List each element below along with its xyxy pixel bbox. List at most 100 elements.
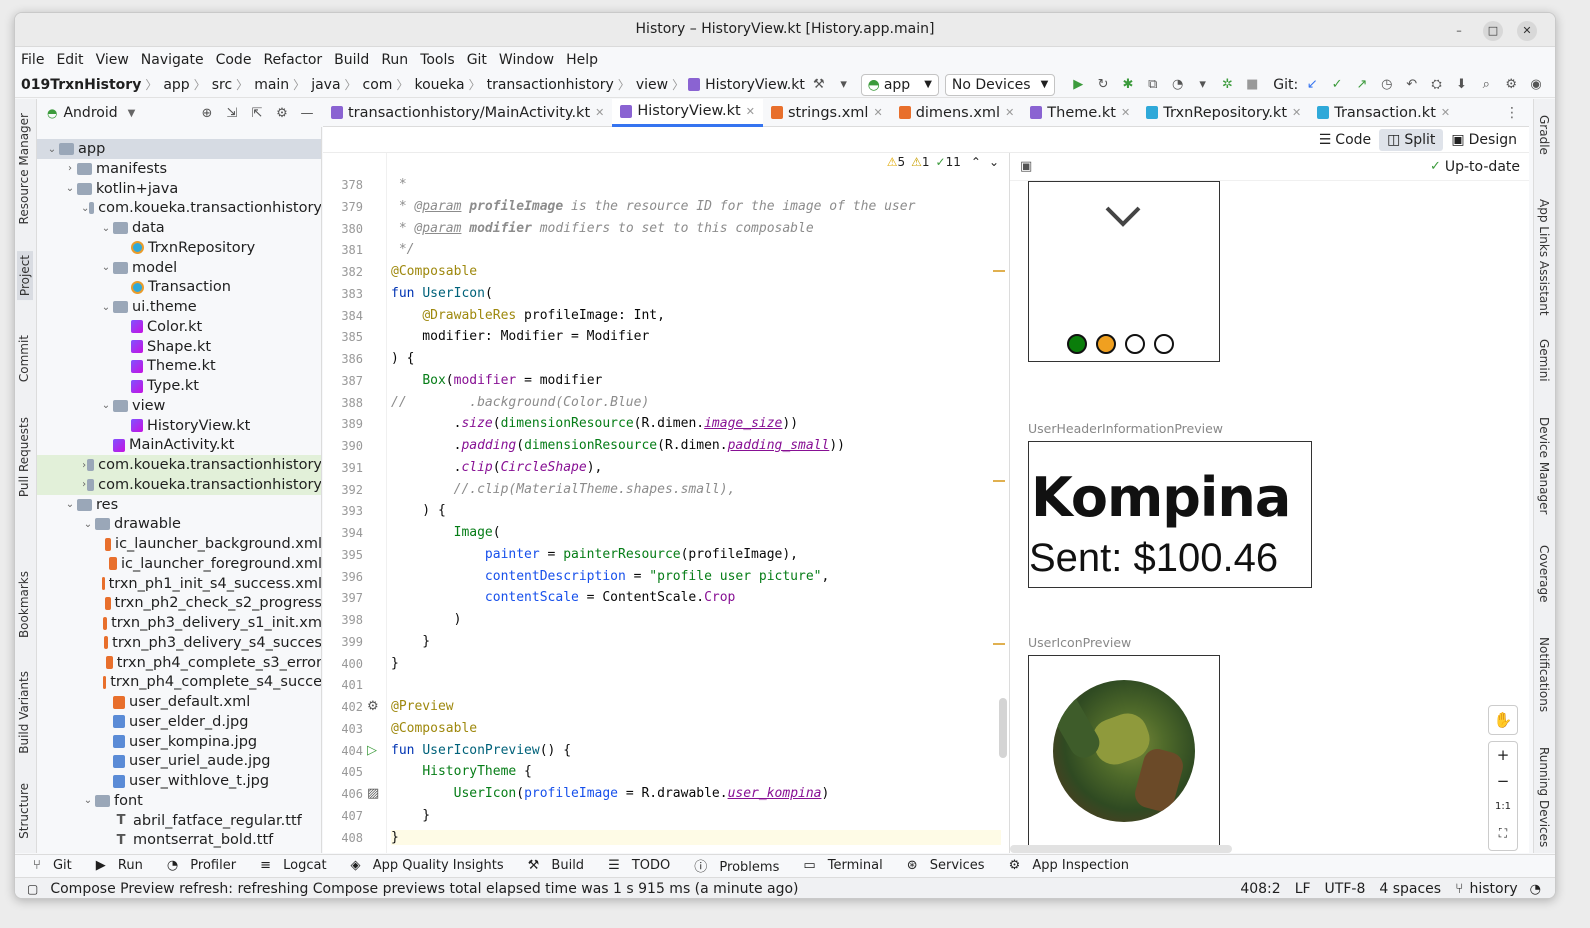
close-tab-icon[interactable]: ✕ bbox=[1292, 106, 1301, 119]
tree-node[interactable]: Tmontserrat_bold.ttf bbox=[37, 830, 321, 850]
git-update-icon[interactable]: ↙ bbox=[1301, 74, 1323, 96]
code-line[interactable]: HistoryTheme { bbox=[391, 764, 532, 779]
code-line[interactable]: .clip(CircleShape), bbox=[391, 460, 603, 475]
caret-position[interactable]: 408:2 bbox=[1240, 881, 1280, 897]
tree-node[interactable]: trxn_ph3_delivery_s1_init.xm bbox=[37, 613, 321, 633]
tree-node[interactable]: › manifests bbox=[37, 159, 321, 179]
menu-window[interactable]: Window bbox=[499, 52, 554, 68]
menu-code[interactable]: Code bbox=[216, 52, 252, 68]
preview-hscrollbar[interactable] bbox=[1010, 845, 1232, 853]
code-line[interactable]: painter = painterResource(profileImage), bbox=[391, 547, 798, 562]
editor-tab[interactable]: strings.xml ✕ bbox=[763, 99, 891, 127]
run-preview-icon[interactable]: ▷ bbox=[367, 743, 377, 758]
code-line[interactable]: .padding(dimensionResource(R.dimen.paddi… bbox=[391, 438, 845, 453]
line-number[interactable]: 409 bbox=[323, 852, 363, 853]
tree-node[interactable]: ⌄ com.koueka.transactionhistory bbox=[37, 198, 321, 218]
menu-view[interactable]: View bbox=[96, 52, 129, 68]
code-line[interactable]: @DrawableRes profileImage: Int, bbox=[391, 308, 665, 323]
line-number[interactable]: 393 bbox=[323, 504, 363, 518]
tool-app-inspection[interactable]: ⚙ App Inspection bbox=[1009, 858, 1137, 873]
assistant-icon[interactable]: ◉ bbox=[1525, 74, 1547, 96]
split-mode-button[interactable]: ◫ Split bbox=[1379, 128, 1444, 151]
code-line[interactable]: ) bbox=[391, 612, 462, 627]
tree-node[interactable]: Tabril_fatface_regular.ttf bbox=[37, 811, 321, 831]
line-number[interactable]: 379 bbox=[323, 200, 363, 214]
code-editor[interactable]: 378 379 380 381 382 383 384 385 386 387 388 389 390 3… bbox=[323, 153, 1009, 853]
line-number[interactable]: 390 bbox=[323, 439, 363, 453]
attach-debugger-icon[interactable]: ✲ bbox=[1217, 74, 1239, 96]
chevron-down-icon[interactable]: ⌄ bbox=[63, 183, 77, 194]
indent-setting[interactable]: 4 spaces bbox=[1379, 881, 1441, 897]
run-icon[interactable]: ▶ bbox=[1067, 74, 1089, 96]
line-number[interactable]: 384 bbox=[323, 309, 363, 323]
line-number[interactable]: 389 bbox=[323, 417, 363, 431]
editor-tab[interactable]: transactionhistory/MainActivity.kt ✕ bbox=[323, 99, 612, 127]
menu-build[interactable]: Build bbox=[334, 52, 369, 68]
breadcrumb-project[interactable]: 019TrxnHistory bbox=[21, 77, 141, 93]
tree-node[interactable]: ⌄ drawable bbox=[37, 514, 321, 534]
expand-all-icon[interactable]: ⇲ bbox=[221, 102, 243, 124]
editor-tab[interactable]: Theme.kt ✕ bbox=[1022, 99, 1138, 127]
chevron-down-icon[interactable]: ⌄ bbox=[99, 223, 113, 234]
line-number[interactable]: 378 bbox=[323, 178, 363, 192]
line-number[interactable]: 394 bbox=[323, 526, 363, 540]
close-tab-icon[interactable]: ✕ bbox=[1441, 106, 1450, 119]
stripe-pull-requests[interactable]: Pull Requests bbox=[17, 417, 31, 497]
line-number[interactable]: 388 bbox=[323, 396, 363, 410]
code-line[interactable]: // .background(Color.Blue) bbox=[391, 395, 649, 410]
tool-logcat[interactable]: ≡ Logcat bbox=[260, 858, 334, 873]
close-tab-icon[interactable]: ✕ bbox=[1005, 106, 1014, 119]
next-highlight-icon[interactable]: ⌄ bbox=[989, 155, 999, 169]
rerun-icon[interactable]: ↻ bbox=[1092, 74, 1114, 96]
menu-navigate[interactable]: Navigate bbox=[141, 52, 204, 68]
tree-node[interactable]: ⌄ model bbox=[37, 258, 321, 278]
dropdown-arrow-icon[interactable]: ▾ bbox=[833, 74, 855, 96]
code-line[interactable]: @Composable bbox=[391, 264, 477, 279]
more-tabs-icon[interactable]: ⋮ bbox=[1505, 105, 1519, 121]
line-number[interactable]: 400 bbox=[323, 657, 363, 671]
editor-scrollbar[interactable] bbox=[999, 698, 1007, 758]
code-line[interactable]: Box(modifier = modifier bbox=[391, 373, 602, 388]
hammer-icon[interactable]: ⚒ bbox=[808, 74, 830, 96]
tree-node[interactable]: HistoryView.kt bbox=[37, 416, 321, 436]
design-mode-button[interactable]: ▣ Design bbox=[1443, 129, 1525, 151]
stripe-device-manager[interactable]: Device Manager bbox=[1537, 417, 1551, 514]
breadcrumb-transactionhistory[interactable]: transactionhistory bbox=[487, 77, 614, 93]
tree-node[interactable]: ⌄ app bbox=[37, 139, 321, 159]
breadcrumb-view[interactable]: view bbox=[636, 77, 668, 93]
line-number[interactable]: 385 bbox=[323, 330, 363, 344]
tree-node[interactable]: Tmontserrat_regular.ttf bbox=[37, 850, 321, 853]
hide-icon[interactable]: — bbox=[296, 102, 318, 124]
history-icon[interactable]: ◷ bbox=[1376, 74, 1398, 96]
tree-node[interactable]: ⌄ ui.theme bbox=[37, 297, 321, 317]
run-config-select[interactable]: ◓ app ▼ bbox=[860, 73, 939, 96]
stripe-project[interactable]: Project bbox=[17, 251, 33, 301]
tree-node[interactable]: ⌄ res bbox=[37, 495, 321, 515]
code-line[interactable]: UserIcon(profileImage = R.drawable.user_… bbox=[391, 786, 830, 801]
zoom-in-icon[interactable]: + bbox=[1489, 742, 1517, 768]
line-number[interactable]: 399 bbox=[323, 635, 363, 649]
memory-indicator-icon[interactable]: ◔ bbox=[1530, 882, 1541, 897]
code-line[interactable]: * @param profileImage is the resource ID… bbox=[391, 199, 916, 214]
line-number[interactable]: 398 bbox=[323, 613, 363, 627]
line-number[interactable]: 406 bbox=[323, 787, 363, 801]
device-mirror-icon[interactable]: ⛭ bbox=[1426, 74, 1448, 96]
zoom-out-icon[interactable]: − bbox=[1489, 768, 1517, 794]
tree-node[interactable]: user_withlove_t.jpg bbox=[37, 771, 321, 791]
options-gear-icon[interactable]: ⚙ bbox=[271, 102, 293, 124]
collapse-all-icon[interactable]: ⇱ bbox=[246, 102, 268, 124]
line-number[interactable]: 383 bbox=[323, 287, 363, 301]
menu-help[interactable]: Help bbox=[566, 52, 598, 68]
stripe-resource-manager[interactable]: Resource Manager bbox=[17, 113, 31, 224]
close-tab-icon[interactable]: ✕ bbox=[1121, 106, 1130, 119]
close-tab-icon[interactable]: ✕ bbox=[873, 106, 882, 119]
tree-node[interactable]: › com.koueka.transactionhistory bbox=[37, 474, 321, 495]
tool-git[interactable]: ⑂ Git bbox=[33, 858, 80, 873]
line-number[interactable]: 404 bbox=[323, 744, 363, 758]
profile-icon[interactable]: ◔ bbox=[1167, 74, 1189, 96]
chevron-down-icon[interactable]: ⌄ bbox=[45, 144, 59, 155]
menu-run[interactable]: Run bbox=[381, 52, 408, 68]
git-branch[interactable]: history bbox=[1470, 881, 1518, 897]
code-line[interactable]: } bbox=[391, 829, 1001, 845]
close-button[interactable]: ✕ bbox=[1517, 21, 1537, 41]
